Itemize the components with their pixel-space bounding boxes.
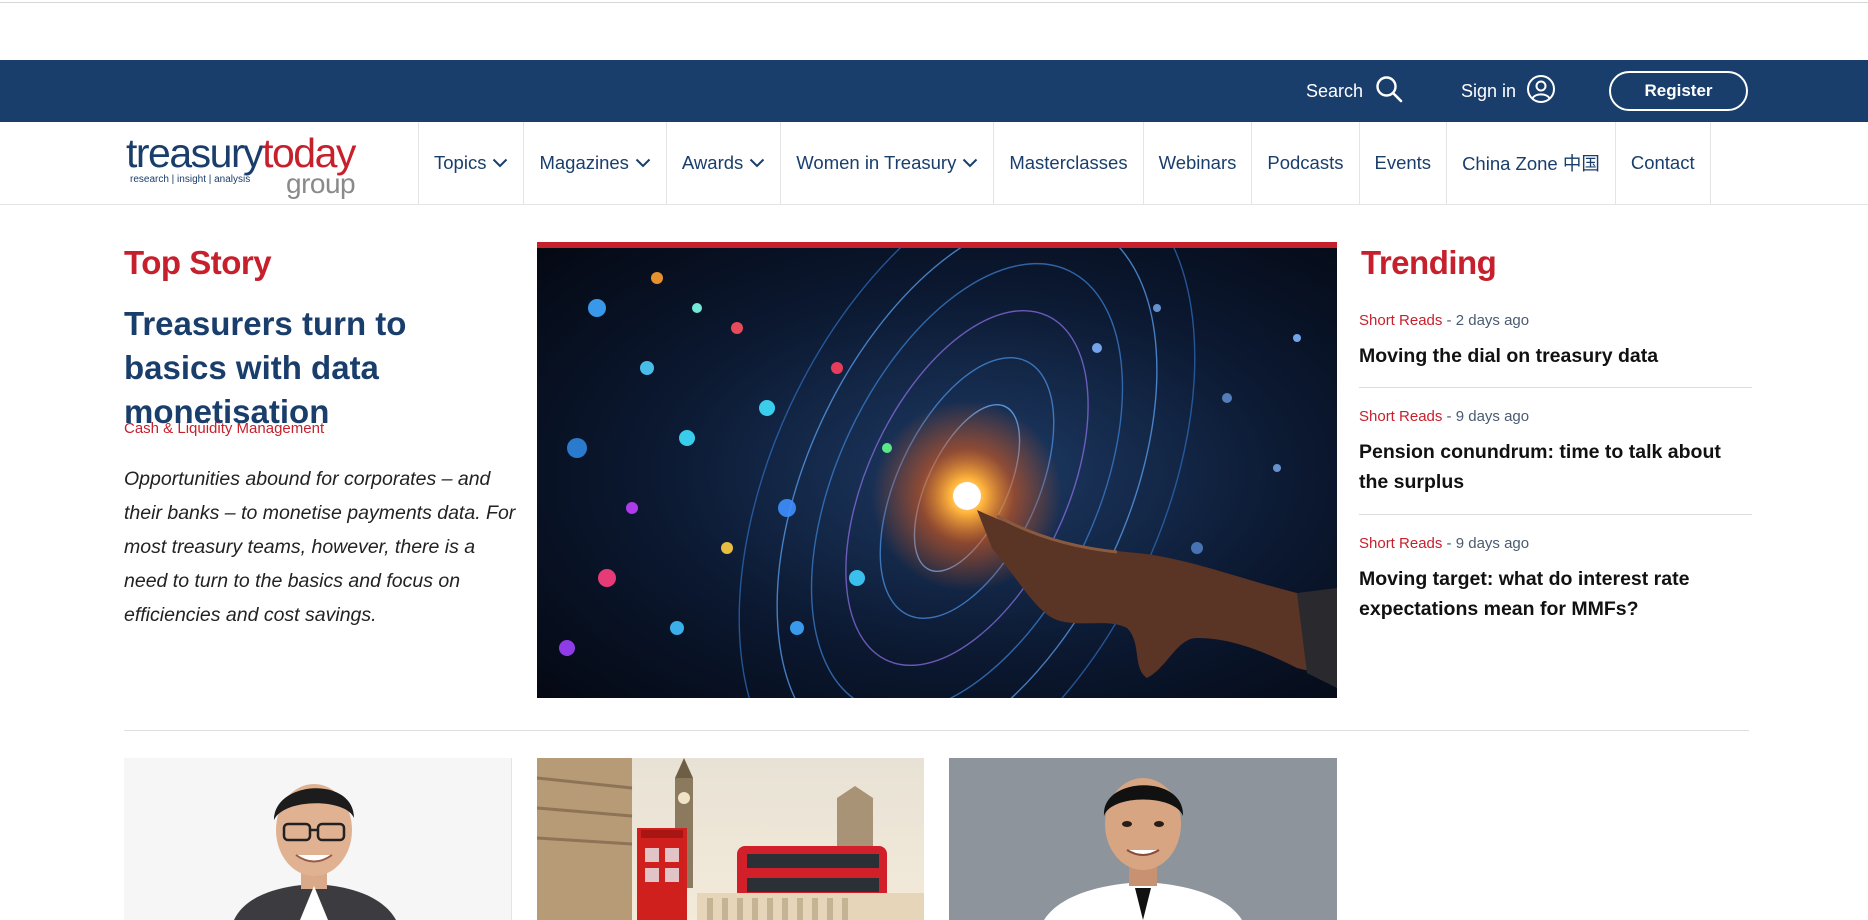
top-story-summary: Opportunities abound for corporates – an… — [124, 468, 516, 626]
trending-title-link[interactable]: Pension conundrum: time to talk about th… — [1359, 437, 1752, 497]
trending-age: - 9 days ago — [1442, 535, 1530, 552]
trending-age: - 2 days ago — [1442, 312, 1530, 329]
nav-item-magazines[interactable]: Magazines — [523, 122, 665, 204]
nav-item-podcasts[interactable]: Podcasts — [1251, 122, 1358, 204]
nav-item-events[interactable]: Events — [1358, 122, 1447, 204]
top-story-category-link[interactable]: Cash & Liquidity Management — [124, 420, 324, 437]
trending-category-link[interactable]: Short Reads — [1359, 408, 1442, 425]
trending-meta: Short Reads - 9 days ago — [1359, 408, 1752, 425]
nav-item-label: Events — [1374, 152, 1432, 173]
trending-category-link[interactable]: Short Reads — [1359, 535, 1442, 552]
nav-item-label: Awards — [681, 152, 744, 173]
article-card-image[interactable] — [537, 758, 924, 920]
user-circle-icon — [1526, 74, 1556, 109]
nav-item-label: Topics — [434, 152, 487, 173]
nav-item-china-zone[interactable]: China Zone 中国 — [1446, 122, 1615, 204]
nav-item-label: Masterclasses — [1009, 152, 1128, 173]
top-story-heading: Top Story — [124, 244, 272, 281]
trending-item: Short Reads - 9 days ago Moving target: … — [1359, 535, 1752, 624]
nav-item-women-in-treasury[interactable]: Women in Treasury — [780, 122, 993, 204]
trending-age: - 9 days ago — [1442, 408, 1530, 425]
main-nav: treasurytoday research | insight | analy… — [0, 122, 1868, 205]
logo-word-treasury: treasury — [126, 130, 264, 176]
logo-word-group: group — [286, 168, 356, 199]
nav-item-label: Webinars — [1158, 152, 1237, 173]
top-story-title-link[interactable]: Treasurers turn to basics with data mone… — [124, 302, 514, 434]
trending-title-link[interactable]: Moving the dial on treasury data — [1359, 341, 1752, 371]
treasury-today-logo[interactable]: treasurytoday research | insight | analy… — [126, 130, 398, 199]
top-story-image[interactable] — [537, 242, 1337, 698]
register-button[interactable]: Register — [1609, 71, 1748, 111]
trending-meta: Short Reads - 9 days ago — [1359, 535, 1752, 552]
nav-item-label: Magazines — [539, 152, 629, 173]
nav-menu: Topics Magazines Awards Women in Treasur… — [418, 122, 1711, 204]
trending-divider — [1359, 514, 1752, 515]
nav-item-contact[interactable]: Contact — [1614, 122, 1711, 204]
trending-divider — [1359, 387, 1752, 388]
article-card-image[interactable] — [949, 758, 1337, 920]
chevron-down-icon — [749, 158, 765, 168]
search-icon — [1375, 75, 1403, 108]
search-link[interactable]: Search — [1306, 75, 1403, 104]
top-rule — [0, 2, 1868, 3]
chevron-down-icon — [492, 158, 508, 168]
nav-item-topics[interactable]: Topics — [418, 122, 523, 204]
trending-heading: Trending — [1361, 244, 1497, 281]
signin-label: Sign in — [1461, 80, 1517, 101]
utility-bar: Search Sign in Register — [0, 60, 1868, 122]
logo-tagline: research | insight | analysis — [130, 174, 251, 185]
nav-item-webinars[interactable]: Webinars — [1142, 122, 1252, 204]
trending-category-link[interactable]: Short Reads — [1359, 312, 1442, 329]
signin-link[interactable]: Sign in — [1461, 74, 1556, 105]
nav-item-awards[interactable]: Awards — [665, 122, 780, 204]
trending-meta: Short Reads - 2 days ago — [1359, 312, 1752, 329]
nav-item-label: Women in Treasury — [796, 152, 957, 173]
trending-item: Short Reads - 9 days ago Pension conundr… — [1359, 408, 1752, 497]
nav-item-label: Podcasts — [1267, 152, 1344, 173]
chevron-down-icon — [635, 158, 651, 168]
chevron-down-icon — [962, 158, 978, 168]
article-card-image[interactable] — [124, 758, 512, 920]
nav-item-masterclasses[interactable]: Masterclasses — [993, 122, 1142, 204]
section-divider — [124, 730, 1749, 731]
search-label: Search — [1306, 80, 1364, 101]
nav-item-label: Contact — [1630, 152, 1695, 173]
trending-title-link[interactable]: Moving target: what do interest rate exp… — [1359, 564, 1752, 624]
trending-item: Short Reads - 2 days ago Moving the dial… — [1359, 312, 1752, 371]
nav-item-label: China Zone 中国 — [1462, 153, 1600, 174]
